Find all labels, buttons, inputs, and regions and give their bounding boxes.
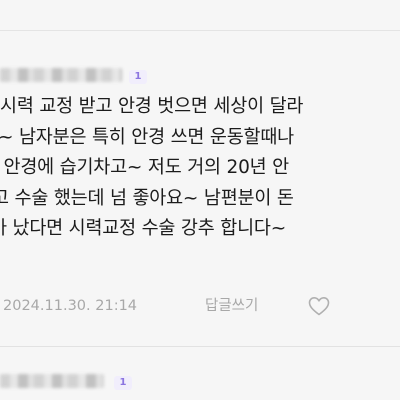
comment-item: 1 (0, 366, 400, 400)
level-badge: 1 (129, 70, 147, 84)
divider (0, 346, 400, 347)
heart-outline-icon[interactable] (306, 293, 332, 319)
comment-thread: 1 시력 교정 받고 안경 벗으면 세상이 달라 ~ 남자분은 특히 안경 쓰면… (0, 0, 400, 400)
level-badge: 1 (114, 376, 132, 390)
comment-header: 1 (0, 366, 400, 400)
comment-meta: 2024.11.30. 21:14 답글쓰기 (0, 295, 400, 317)
comment-header: 1 (0, 58, 400, 92)
reply-button[interactable]: 답글쓰기 (205, 295, 258, 317)
comment-body: 시력 교정 받고 안경 벗으면 세상이 달라 ~ 남자분은 특히 안경 쓰면 운… (0, 92, 400, 245)
comment-text-line: 아 났다면 시력교정 수술 강추 합니다~ (0, 218, 287, 239)
divider (0, 30, 400, 31)
comment-text-line: 시력 교정 받고 안경 벗으면 세상이 달라 (0, 96, 304, 117)
comment-text-line: 고 수술 했는데 넘 좋아요~ 남편분이 돈 (0, 187, 294, 209)
blurred-nickname (0, 374, 104, 388)
comment-text-line: ~ 남자분은 특히 안경 쓰면 운동할때나 (0, 126, 295, 148)
comment-date: 2024.11.30. 21:14 (3, 298, 138, 314)
comment-item: 1 시력 교정 받고 안경 벗으면 세상이 달라 ~ 남자분은 특히 안경 쓰면… (0, 58, 400, 316)
blurred-nickname (0, 68, 122, 82)
comment-text-line: 철 안경에 습기차고~ 저도 거의 20년 안 (0, 157, 290, 178)
